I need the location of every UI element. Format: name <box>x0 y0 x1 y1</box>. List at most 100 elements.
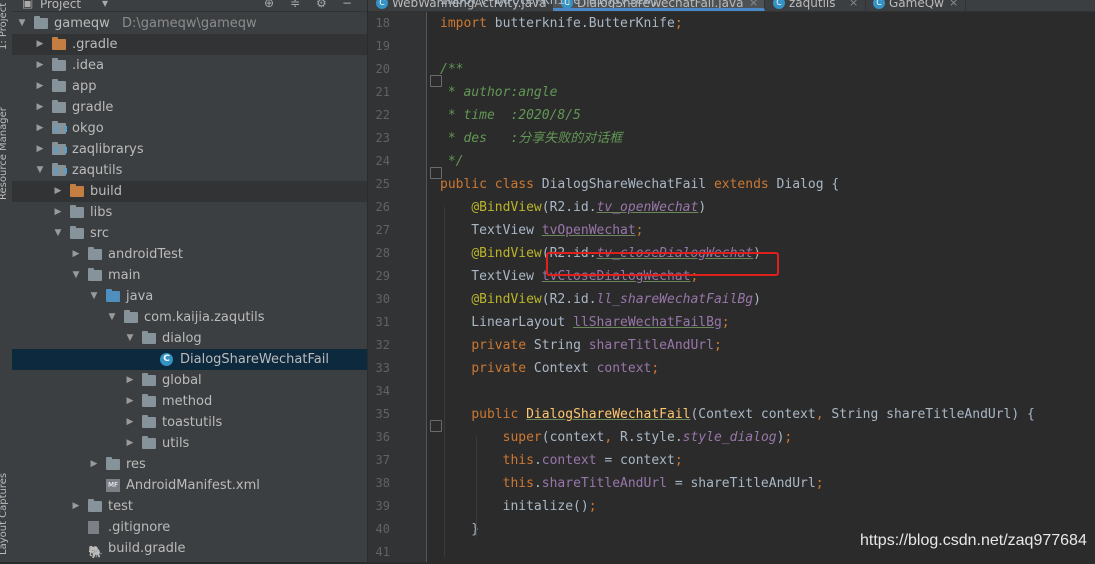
collapse-arrow-icon[interactable]: ▼ <box>106 307 118 328</box>
collapse-arrow-icon[interactable]: ▼ <box>16 13 28 34</box>
code-line: * des :分享失败的对话框 <box>440 127 622 150</box>
tree-item-java[interactable]: ▼ java <box>12 286 367 307</box>
class-icon: C <box>873 0 885 9</box>
editor-tab[interactable]: Czaqutils × <box>765 0 866 11</box>
code-token: Dialog { <box>768 177 840 192</box>
expand-arrow-icon[interactable]: ▶ <box>70 244 82 265</box>
collapse-icon[interactable]: ≑ <box>290 0 300 10</box>
line-number: 32 <box>375 338 390 352</box>
tree-item-gradle[interactable]: ▶ gradle <box>12 97 367 118</box>
tree-item-app[interactable]: ▶ app <box>12 76 367 97</box>
expand-arrow-icon[interactable]: ▶ <box>34 34 46 55</box>
code-token: . <box>533 476 542 491</box>
code-line: TextView tvOpenWechat; <box>440 219 644 242</box>
tree-item-zaqutils[interactable]: ▼ zaqutils <box>12 160 367 181</box>
locate-icon[interactable]: ⊕ <box>264 0 274 10</box>
tree-item-global[interactable]: ▶ global <box>12 370 367 391</box>
fold-marker-icon[interactable] <box>430 420 442 432</box>
tree-item-zaqlibrarys[interactable]: ▶ zaqlibrarys <box>12 139 367 160</box>
collapse-arrow-icon[interactable]: ▼ <box>70 265 82 286</box>
package-icon <box>142 373 156 386</box>
code-token: butterknife.ButterKnife <box>486 16 675 31</box>
code-token: ; <box>651 361 660 376</box>
layout-captures-tab[interactable]: Layout Captures <box>0 473 9 555</box>
fold-marker-icon[interactable] <box>430 167 442 179</box>
expand-arrow-icon[interactable]: ▶ <box>124 391 136 412</box>
project-panel-title[interactable]: Project <box>40 0 81 11</box>
expand-arrow-icon[interactable]: ▶ <box>52 181 64 202</box>
class-icon: C <box>376 0 388 9</box>
expand-arrow-icon[interactable]: ▶ <box>34 76 46 97</box>
code-token: */ <box>440 154 464 169</box>
code-token: @BindView <box>471 292 542 307</box>
tree-item-test[interactable]: ▶ test <box>12 496 367 517</box>
code-token: (Context context <box>690 407 816 422</box>
tree-item-gitignore[interactable]: .gitignore <box>12 517 367 538</box>
tree-item-toastutils[interactable]: ▶ toastutils <box>12 412 367 433</box>
settings-gear-icon[interactable]: ⚙ <box>316 0 327 10</box>
line-number: 20 <box>375 62 390 76</box>
expand-arrow-icon[interactable]: ▶ <box>52 202 64 223</box>
expand-arrow-icon[interactable]: ▶ <box>124 412 136 433</box>
tree-item-androidmanifest-xml[interactable]: MF AndroidManifest.xml <box>12 475 367 496</box>
expand-arrow-icon[interactable]: ▶ <box>34 97 46 118</box>
line-number: 41 <box>375 545 390 559</box>
collapse-arrow-icon[interactable]: ▼ <box>52 223 64 244</box>
editor-tab[interactable]: C GameQw × <box>865 0 966 11</box>
line-number: 37 <box>375 453 390 467</box>
code-line: private String shareTitleAndUrl; <box>440 334 721 357</box>
tree-item-build[interactable]: ▶ build <box>12 181 367 202</box>
expand-arrow-icon[interactable]: ▶ <box>88 454 100 475</box>
folder-orange-icon <box>52 37 66 50</box>
tree-item-dialogsharewechatfail[interactable]: C DialogShareWechatFail <box>12 349 367 370</box>
collapse-arrow-icon[interactable]: ▼ <box>34 160 46 181</box>
tree-item-gradle[interactable]: ▶ .gradle <box>12 34 367 55</box>
tree-item-src[interactable]: ▼ src <box>12 223 367 244</box>
line-number: 26 <box>375 200 390 214</box>
resource-manager-tab[interactable]: Resource Manager <box>0 107 9 200</box>
collapse-arrow-icon[interactable]: ▼ <box>124 328 136 349</box>
tree-item-build-gradle[interactable]: 🐘 build.gradle <box>12 538 367 559</box>
tree-item-method[interactable]: ▶ method <box>12 391 367 412</box>
tree-item-label: global <box>162 373 202 388</box>
project-tool-tab[interactable]: 1: Project <box>0 3 9 50</box>
tree-item-com-kaijia-zaqutils[interactable]: ▼ com.kaijia.zaqutils <box>12 307 367 328</box>
line-number: 27 <box>375 223 390 237</box>
expand-arrow-icon[interactable]: ▶ <box>34 118 46 139</box>
code-token: . <box>533 453 542 468</box>
tree-item-idea[interactable]: ▶ .idea <box>12 55 367 76</box>
close-icon[interactable]: × <box>849 0 858 9</box>
code-token: context <box>596 361 652 376</box>
tree-item-label: AndroidManifest.xml <box>126 478 260 493</box>
tree-item-main[interactable]: ▼ main <box>12 265 367 286</box>
expand-arrow-icon[interactable]: ▶ <box>124 370 136 391</box>
code-token: } <box>440 522 480 537</box>
line-number: 25 <box>375 177 390 191</box>
tree-item-res[interactable]: ▶ res <box>12 454 367 475</box>
expand-arrow-icon[interactable]: ▶ <box>34 139 46 160</box>
expand-arrow-icon[interactable]: ▶ <box>34 55 46 76</box>
tree-item-label: libs <box>90 205 113 220</box>
watermark: https://blog.csdn.net/zaq977684 <box>860 532 1087 549</box>
code-token: ; <box>635 223 644 238</box>
tree-item-gameqw[interactable]: ▼ gameqw D:\gameqw\gameqw <box>12 13 367 34</box>
line-number: 19 <box>375 39 390 53</box>
tree-item-utils[interactable]: ▶ utils <box>12 433 367 454</box>
expand-arrow-icon[interactable]: ▶ <box>70 496 82 517</box>
close-icon[interactable]: × <box>749 0 758 8</box>
tree-item-libs[interactable]: ▶ libs <box>12 202 367 223</box>
line-number: 30 <box>375 292 390 306</box>
tree-item-androidtest[interactable]: ▶ androidTest <box>12 244 367 265</box>
code-token: LinearLayout <box>440 315 574 330</box>
highlight-box <box>546 252 779 276</box>
close-icon[interactable]: × <box>949 0 958 9</box>
fold-marker-icon[interactable] <box>430 75 442 87</box>
tree-item-dialog[interactable]: ▼ dialog <box>12 328 367 349</box>
expand-arrow-icon[interactable]: ▶ <box>124 433 136 454</box>
tree-item-label: main <box>108 268 141 283</box>
manifest-file-icon: MF <box>106 479 120 492</box>
tree-item-okgo[interactable]: ▶ okgo <box>12 118 367 139</box>
view-dropdown-icon[interactable]: ▾ <box>102 0 108 10</box>
code-token: ; <box>588 499 597 514</box>
collapse-arrow-icon[interactable]: ▼ <box>88 286 100 307</box>
